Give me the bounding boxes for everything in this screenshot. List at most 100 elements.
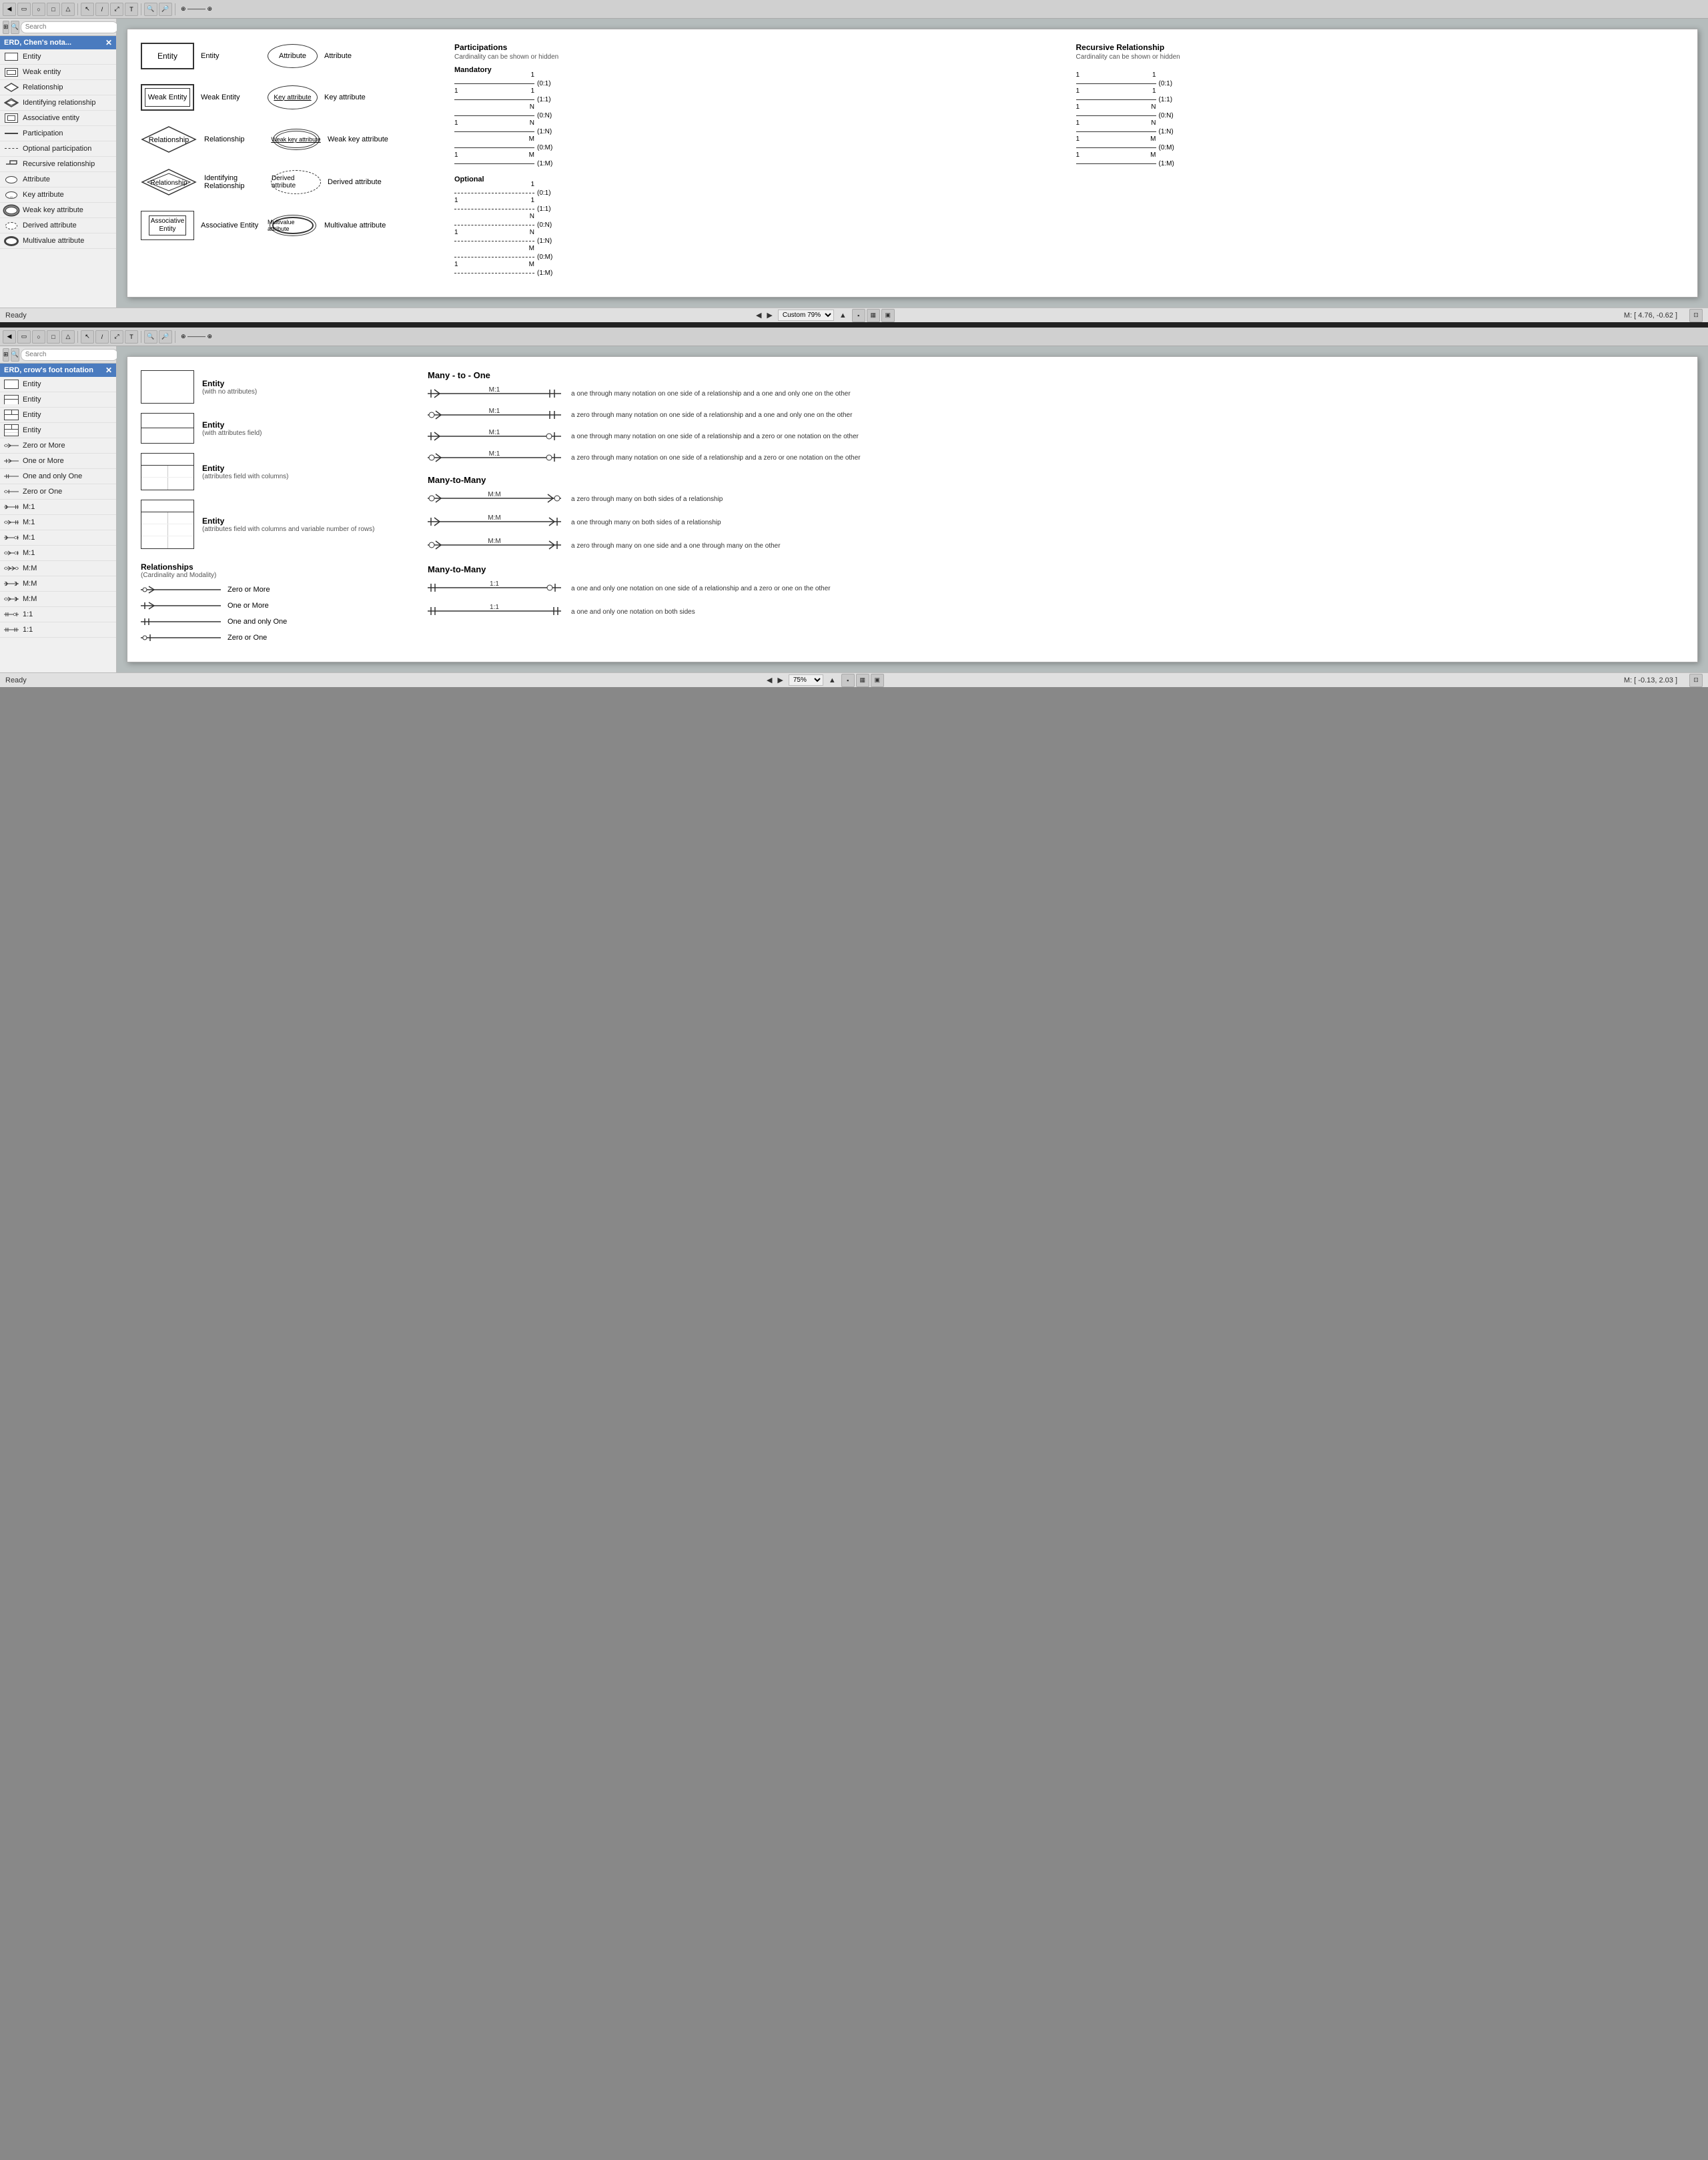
view-mode-slides[interactable]: ▣ bbox=[881, 309, 895, 322]
zoom-select-cf[interactable]: 75% 50% 100% bbox=[789, 674, 823, 686]
cf-sidebar-11-2[interactable]: 1:1 bbox=[0, 622, 116, 638]
cf-entity-box-attrs bbox=[141, 413, 194, 444]
cf-sidebar-m1-4[interactable]: M:1 bbox=[0, 546, 116, 561]
sidebar-item-multivalue-attr[interactable]: Multivalue attribute bbox=[0, 233, 116, 249]
cf-sidebar-grid-btn[interactable]: ⊞ bbox=[3, 348, 9, 362]
sidebar-item-identifying-rel[interactable]: Identifying relationship bbox=[0, 95, 116, 111]
cf-sidebar-m1-2[interactable]: M:1 bbox=[0, 515, 116, 530]
sidebar-section-title-chens: ERD, Chen's nota... bbox=[4, 39, 71, 47]
toolbar-btn-zoom-in[interactable]: 🔍 bbox=[144, 3, 157, 16]
cf-sidebar-entity-2[interactable]: Entity bbox=[0, 392, 116, 408]
search-input-chens[interactable] bbox=[21, 21, 118, 33]
sidebar-item-recursive-rel[interactable]: Recursive relationship bbox=[0, 157, 116, 172]
sidebar-item-weak-entity[interactable]: Weak entity bbox=[0, 65, 116, 80]
cf-view-mode-single[interactable]: ▪ bbox=[841, 674, 855, 687]
cf-entity-row-4: Entity (attributes field with columns an… bbox=[141, 500, 408, 549]
toolbar-btn-line[interactable]: / bbox=[95, 3, 109, 16]
view-mode-single[interactable]: ▪ bbox=[852, 309, 865, 322]
sidebar-item-relationship[interactable]: Relationship bbox=[0, 80, 116, 95]
cf-toolbar-btn-zoom-out[interactable]: 🔎 bbox=[159, 330, 172, 344]
cf-sidebar-search-btn[interactable]: 🔍 bbox=[11, 348, 19, 362]
cf-toolbar-btn-line[interactable]: / bbox=[95, 330, 109, 344]
cf-toolbar-btn-back[interactable]: ◀ bbox=[3, 330, 16, 344]
cf-toolbar-btn-text[interactable]: T bbox=[125, 330, 138, 344]
optional-row-0N: N (0:N) bbox=[454, 219, 1063, 230]
cf-zoom-up[interactable]: ▲ bbox=[829, 676, 836, 684]
sidebar-item-key-attr[interactable]: ̲ Key attribute bbox=[0, 187, 116, 203]
cf-mm-2-icon bbox=[4, 578, 19, 589]
shape-identifying-rel-diamond: Relationship bbox=[141, 168, 197, 196]
legend-row-relationship: Relationship Relationship Weak key attri… bbox=[141, 125, 441, 153]
cf-sidebar-zero-more[interactable]: Zero or More bbox=[0, 438, 116, 454]
cf-sidebar-mm-1[interactable]: M:M bbox=[0, 561, 116, 576]
toolbar-btn-text[interactable]: T bbox=[125, 3, 138, 16]
recursive-row-01: 1 1 (0:1) bbox=[1076, 78, 1685, 89]
sidebar-item-attribute[interactable]: Attribute bbox=[0, 172, 116, 187]
cf-sidebar-mm-2[interactable]: M:M bbox=[0, 576, 116, 592]
cf-rel-zero-one: Zero or One bbox=[141, 632, 408, 643]
coord-cf: M: [ -0.13, 2.03 ] bbox=[1624, 676, 1677, 684]
cf-sidebar-entity-1[interactable]: Entity bbox=[0, 377, 116, 392]
cf-rel-zero-more-label: Zero or More bbox=[228, 586, 270, 594]
sidebar-search-btn[interactable]: 🔍 bbox=[11, 21, 19, 34]
cf-sidebar-m1-1[interactable]: M:1 bbox=[0, 500, 116, 515]
cf-rel-one-more-label: One or More bbox=[228, 602, 269, 610]
cf-toolbar-btn-circle[interactable]: ○ bbox=[32, 330, 45, 344]
sidebar-item-assoc-entity[interactable]: Associative entity bbox=[0, 111, 116, 126]
panel-separator bbox=[0, 322, 1708, 328]
cf-relationships-section: Relationships (Cardinality and Modality) bbox=[141, 562, 408, 643]
shape-multivalue-ellipse: Multivalue attribute bbox=[268, 213, 318, 237]
nav-prev-chens[interactable]: ◀ bbox=[756, 311, 761, 320]
fullscreen-btn-chens[interactable]: ⊡ bbox=[1689, 309, 1703, 322]
zoom-up-chens[interactable]: ▲ bbox=[839, 312, 847, 320]
sidebar-item-entity[interactable]: Entity bbox=[0, 49, 116, 65]
toolbar-btn-cursor[interactable]: ↖ bbox=[81, 3, 94, 16]
toolbar-btn-circle[interactable]: ○ bbox=[32, 3, 45, 16]
cf-sidebar-one-only-one[interactable]: One and only One bbox=[0, 469, 116, 484]
view-mode-grid[interactable]: ▦ bbox=[867, 309, 880, 322]
nav-next-chens[interactable]: ▶ bbox=[767, 311, 772, 320]
shape-derived-label: Derived attribute bbox=[328, 178, 382, 186]
cf-sidebar-label-mm-1: M:M bbox=[23, 564, 37, 572]
cf-sidebar-one-more[interactable]: One or More bbox=[0, 454, 116, 469]
sidebar-chens: ⊞ 🔍 ERD, Chen's nota... ✕ Entity bbox=[0, 19, 117, 308]
cf-toolbar-btn-rect[interactable]: ▭ bbox=[17, 330, 31, 344]
cf-sidebar-mm-3[interactable]: M:M bbox=[0, 592, 116, 607]
sidebar-close-cf[interactable]: ✕ bbox=[105, 366, 112, 375]
cf-many-to-many-title: Many-to-Many bbox=[428, 475, 1684, 485]
sidebar-item-participation[interactable]: Participation bbox=[0, 126, 116, 141]
zoom-select-chens[interactable]: Custom 79% 50% 75% 100% bbox=[778, 310, 834, 321]
cf-nav-prev[interactable]: ◀ bbox=[767, 676, 772, 684]
cf-sidebar-zero-one[interactable]: Zero or One bbox=[0, 484, 116, 500]
cf-toolbar-btn-square[interactable]: □ bbox=[47, 330, 60, 344]
fullscreen-btn-cf[interactable]: ⊡ bbox=[1689, 674, 1703, 687]
toolbar-btn-back[interactable]: ◀ bbox=[3, 3, 16, 16]
cf-toolbar-btn-cursor[interactable]: ↖ bbox=[81, 330, 94, 344]
cf-toolbar-btn-zoom-in[interactable]: 🔍 bbox=[144, 330, 157, 344]
sidebar-grid-btn[interactable]: ⊞ bbox=[3, 21, 9, 34]
cf-sidebar-entity-4[interactable]: Entity bbox=[0, 423, 116, 438]
cf-toolbar-btn-tri[interactable]: △ bbox=[61, 330, 75, 344]
cf-view-mode-slides[interactable]: ▣ bbox=[871, 674, 884, 687]
cf-view-mode-grid[interactable]: ▦ bbox=[856, 674, 869, 687]
sidebar-item-derived-attr[interactable]: Derived attribute bbox=[0, 218, 116, 233]
toolbar-btn-rect[interactable]: ▭ bbox=[17, 3, 31, 16]
cf-sidebar-label-zero-more: Zero or More bbox=[23, 442, 65, 450]
cf-sidebar-entity-3[interactable]: Entity bbox=[0, 408, 116, 423]
toolbar-btn-square[interactable]: □ bbox=[47, 3, 60, 16]
sidebar-close-chens[interactable]: ✕ bbox=[105, 38, 112, 47]
toolbar-btn-tri[interactable]: △ bbox=[61, 3, 75, 16]
toolbar-btn-zoom-out[interactable]: 🔎 bbox=[159, 3, 172, 16]
cf-sidebar-m1-3[interactable]: M:1 bbox=[0, 530, 116, 546]
legend-area-chens: Entity Entity Attribute Attribute Weak E… bbox=[141, 43, 1684, 284]
shape-derived-ellipse: Derived attribute bbox=[271, 170, 321, 194]
status-ready-chens: Ready bbox=[5, 312, 27, 320]
sidebar-item-weak-key-attr[interactable]: Weak key attribute bbox=[0, 203, 116, 218]
cf-toolbar-btn-conn[interactable]: ⤢ bbox=[110, 330, 123, 344]
sidebar-item-optional-part[interactable]: Optional participation bbox=[0, 141, 116, 157]
toolbar-btn-conn[interactable]: ⤢ bbox=[110, 3, 123, 16]
search-input-cf[interactable] bbox=[21, 349, 118, 361]
shape-entity-label: Entity bbox=[201, 52, 261, 60]
cf-nav-next[interactable]: ▶ bbox=[777, 676, 783, 684]
cf-sidebar-11-1[interactable]: 1:1 bbox=[0, 607, 116, 622]
